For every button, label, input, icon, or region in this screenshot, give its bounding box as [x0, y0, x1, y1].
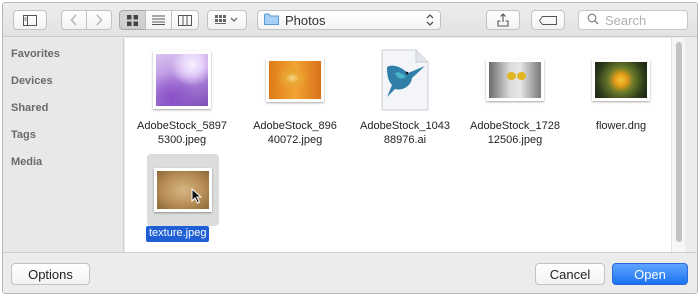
chevron-right-icon	[95, 14, 103, 26]
file-name-line-2: 5300.jpeg	[157, 134, 207, 146]
sidebar-item-tags[interactable]: Tags	[11, 129, 36, 141]
file-thumbnail	[486, 59, 544, 101]
group-by-button[interactable]	[207, 10, 247, 30]
share-icon	[497, 13, 509, 27]
sidebar-item-media[interactable]: Media	[11, 156, 42, 168]
document-icon	[381, 49, 429, 111]
cancel-button[interactable]: Cancel	[535, 263, 605, 285]
file-thumbnail	[592, 59, 650, 101]
sidebar-icon	[23, 14, 37, 26]
sidebar-toggle-button[interactable]	[13, 10, 47, 30]
group-grid-icon	[215, 15, 239, 25]
chevron-left-icon	[70, 14, 78, 26]
file-name-line-2: 12506.jpeg	[487, 134, 543, 146]
location-label: Photos	[285, 12, 326, 28]
file-name-line-2: 40072.jpeg	[267, 134, 323, 146]
file-name-line-1: AdobeStock_5897	[137, 120, 227, 132]
file-name-line-1: AdobeStock_896	[253, 120, 337, 132]
location-popup[interactable]: Photos	[257, 10, 441, 30]
file-name-line-2: 88976.ai	[383, 134, 427, 146]
list-view-button[interactable]	[145, 10, 172, 30]
mouse-cursor-icon	[191, 187, 203, 207]
sidebar-item-devices[interactable]: Devices	[11, 75, 53, 87]
open-button[interactable]: Open	[612, 263, 688, 285]
vertical-scrollbar[interactable]	[671, 38, 685, 252]
file-thumbnail	[154, 168, 212, 212]
search-icon	[587, 13, 599, 28]
file-browser: AdobeStock_5897 5300.jpeg AdobeStock_896…	[125, 38, 685, 252]
sidebar-item-favorites[interactable]: Favorites	[11, 48, 60, 60]
file-name-line-1: AdobeStock_1728	[470, 120, 560, 132]
dialog-footer: Options Cancel Open	[3, 252, 697, 293]
sidebar: Favorites Devices Shared Tags Media	[3, 38, 124, 252]
list-icon	[152, 15, 165, 25]
share-button[interactable]	[486, 10, 520, 30]
grid-icon	[127, 14, 138, 26]
tag-icon	[539, 15, 557, 25]
toolbar: Photos	[3, 3, 697, 37]
icon-view-button[interactable]	[119, 10, 146, 30]
forward-button[interactable]	[86, 10, 112, 30]
open-file-dialog: Photos Favorites Devices Shared Tags	[2, 2, 698, 294]
back-button[interactable]	[61, 10, 87, 30]
file-thumbnail	[153, 51, 211, 109]
file-name-line-1: flower.dng	[595, 120, 647, 132]
scrollbar-thumb[interactable]	[676, 42, 682, 242]
file-name-line-1: AdobeStock_1043	[360, 120, 450, 132]
options-button[interactable]: Options	[11, 263, 90, 285]
sidebar-item-shared[interactable]: Shared	[11, 102, 48, 114]
columns-icon	[178, 14, 192, 26]
column-view-button[interactable]	[171, 10, 199, 30]
selected-file-name: texture.jpeg	[146, 226, 210, 242]
search-input[interactable]	[605, 12, 685, 28]
updown-arrows-icon	[426, 13, 434, 30]
search-field[interactable]	[578, 10, 688, 30]
folder-icon	[264, 13, 279, 28]
file-thumbnail	[266, 58, 324, 102]
tag-button[interactable]	[531, 10, 565, 30]
